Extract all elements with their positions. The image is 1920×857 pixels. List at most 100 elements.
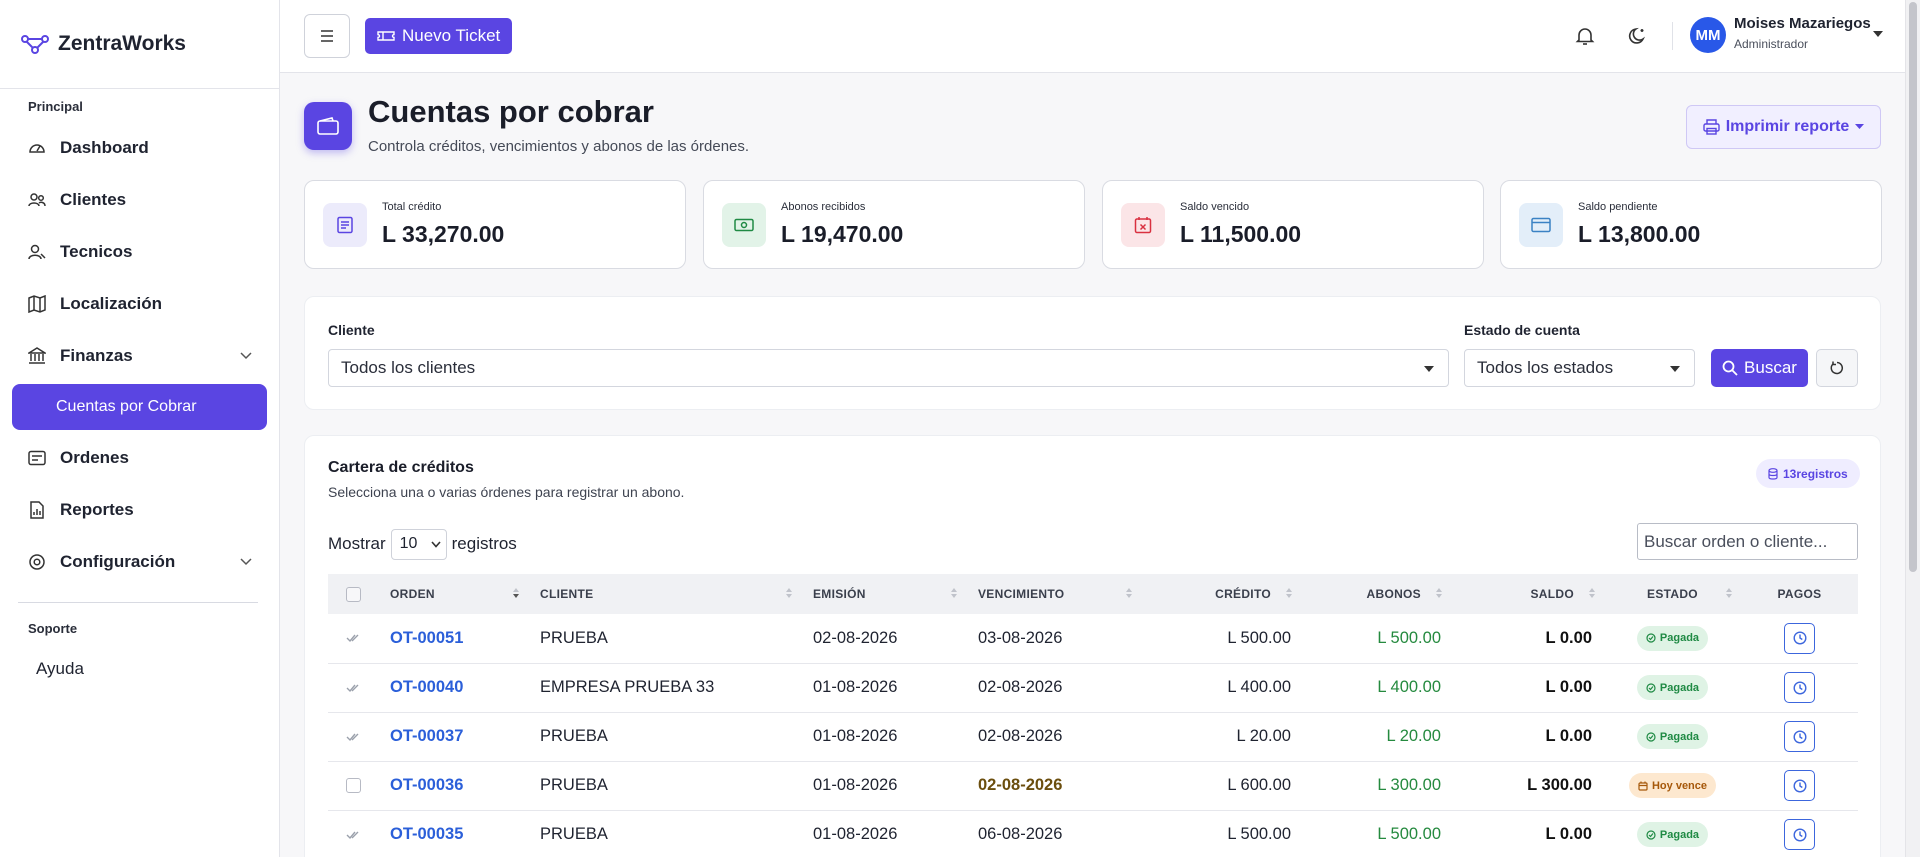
column-vencimiento[interactable]: VENCIMIENTO xyxy=(966,574,1141,614)
row-checkbox[interactable] xyxy=(345,778,361,794)
column-estado[interactable]: ESTADO xyxy=(1604,574,1741,614)
cliente-select[interactable]: Todos los clientes xyxy=(328,349,1449,387)
users-icon xyxy=(28,191,46,209)
column-credito[interactable]: CRÉDITO xyxy=(1141,574,1301,614)
sidebar-item-reportes[interactable]: Reportes xyxy=(12,487,267,533)
clock-icon xyxy=(1792,631,1807,645)
sort-icon xyxy=(785,587,793,599)
row-select-cell[interactable] xyxy=(328,761,378,810)
status-badge: Hoy vence xyxy=(1628,773,1717,798)
gauge-icon xyxy=(28,139,46,157)
sidebar-item-cuentas-por-cobrar[interactable]: Cuentas por Cobrar xyxy=(12,384,267,430)
status-badge: Pagada xyxy=(1636,724,1709,749)
order-link[interactable]: OT-00051 xyxy=(390,629,463,647)
page-scrollbar[interactable] xyxy=(1905,0,1920,857)
search-button[interactable]: Buscar xyxy=(1711,349,1808,387)
stat-label: Saldo vencido xyxy=(1180,201,1250,213)
saldo-cell: L 0.00 xyxy=(1545,628,1592,647)
reset-filters-button[interactable] xyxy=(1816,349,1858,387)
sidebar-item-label: Localización xyxy=(60,294,163,313)
orden-cell[interactable]: OT-00037 xyxy=(378,712,528,761)
stat-label: Total crédito xyxy=(382,201,442,213)
new-ticket-button[interactable]: Nuevo Ticket xyxy=(365,18,513,54)
order-link[interactable]: OT-00035 xyxy=(390,825,463,843)
table-row[interactable]: OT-00037 PRUEBA 01-08-2026 02-08-2026 L … xyxy=(328,712,1858,761)
brand[interactable]: ZentraWorks xyxy=(0,0,279,89)
column-abonos[interactable]: ABONOS xyxy=(1301,574,1451,614)
notifications-button[interactable] xyxy=(1571,22,1599,50)
table-row[interactable]: OT-00036 PRUEBA 01-08-2026 02-08-2026 L … xyxy=(328,761,1858,810)
table-title: Cartera de créditos xyxy=(328,459,474,476)
sidebar-item-tecnicos[interactable]: Tecnicos xyxy=(12,229,267,275)
abonos-cell: L 400.00 xyxy=(1377,678,1441,696)
credito-cell: L 500.00 xyxy=(1227,628,1291,647)
column-label: ESTADO xyxy=(1647,587,1698,601)
order-link[interactable]: OT-00036 xyxy=(390,776,463,794)
sidebar-item-finanzas[interactable]: Finanzas xyxy=(12,333,267,379)
cash-icon xyxy=(722,203,766,247)
payment-history-button[interactable] xyxy=(1784,770,1815,801)
orden-cell[interactable]: OT-00035 xyxy=(378,810,528,857)
caret-down-icon[interactable] xyxy=(1873,31,1883,37)
sidebar-item-dashboard[interactable]: Dashboard xyxy=(12,125,267,171)
saldo-cell: L 0.00 xyxy=(1545,727,1592,745)
theme-toggle-button[interactable] xyxy=(1624,22,1652,50)
column-orden[interactable]: ORDEN xyxy=(378,574,528,614)
double-check-icon xyxy=(346,633,360,643)
scrollbar-thumb[interactable] xyxy=(1909,2,1917,572)
clock-icon xyxy=(1792,778,1807,793)
pagos-cell xyxy=(1741,614,1858,663)
wallet-icon xyxy=(304,102,352,150)
select-all-checkbox[interactable] xyxy=(345,586,361,602)
payment-history-button[interactable] xyxy=(1784,819,1815,850)
sidebar-divider xyxy=(18,602,258,603)
emision-cell: 02-08-2026 xyxy=(813,628,898,647)
sidebar-item-localizacion[interactable]: Localización xyxy=(12,281,267,327)
status-badge: Pagada xyxy=(1636,625,1709,651)
calendar-icon xyxy=(1638,781,1648,791)
column-label: CLIENTE xyxy=(540,587,594,601)
sidebar-item-configuracion[interactable]: Configuración xyxy=(12,539,267,585)
order-link[interactable]: OT-00040 xyxy=(390,678,463,696)
status-text: Pagada xyxy=(1659,681,1700,694)
table-row[interactable]: OT-00035 PRUEBA 01-08-2026 06-08-2026 L … xyxy=(328,810,1858,857)
avatar[interactable]: MM xyxy=(1690,17,1726,53)
user-role: Administrador xyxy=(1734,37,1809,51)
search-button-label: Buscar xyxy=(1744,358,1797,377)
sidebar-item-label: Finanzas xyxy=(60,346,133,365)
table-search-input[interactable]: Buscar orden o cliente... xyxy=(1637,523,1858,560)
estado-select-value: Todos los estados xyxy=(1477,358,1614,377)
user-icon xyxy=(28,243,46,261)
print-report-button[interactable]: Imprimir reporte xyxy=(1686,105,1881,149)
user-name[interactable]: Moises Mazariegos xyxy=(1734,15,1871,32)
payment-history-button[interactable] xyxy=(1784,622,1815,654)
sidebar-item-label: Dashboard xyxy=(60,138,149,157)
sidebar-item-clientes[interactable]: Clientes xyxy=(12,177,267,223)
check-circle-icon xyxy=(1646,829,1656,840)
page-length-control: Mostrar 10 registros xyxy=(328,528,517,560)
column-saldo[interactable]: SALDO xyxy=(1451,574,1604,614)
status-text: Hoy vence xyxy=(1651,779,1708,792)
sidebar-item-ayuda[interactable]: Ayuda xyxy=(12,646,267,692)
section-soporte: Soporte xyxy=(28,621,78,636)
orden-cell[interactable]: OT-00036 xyxy=(378,761,528,810)
sidebar-item-ordenes[interactable]: Ordenes xyxy=(12,435,267,481)
estado-select[interactable]: Todos los estados xyxy=(1464,349,1695,387)
table-row[interactable]: OT-00040 EMPRESA PRUEBA 33 01-08-2026 02… xyxy=(328,663,1858,712)
payment-history-button[interactable] xyxy=(1784,672,1815,703)
column-emision[interactable]: EMISIÓN xyxy=(801,574,966,614)
orden-cell[interactable]: OT-00040 xyxy=(378,663,528,712)
column-cliente[interactable]: CLIENTE xyxy=(528,574,801,614)
menu-toggle-button[interactable] xyxy=(304,14,350,58)
order-link[interactable]: OT-00037 xyxy=(390,727,463,745)
vencimiento-cell: 06-08-2026 xyxy=(978,825,1063,843)
page-length-select[interactable]: 10 xyxy=(390,528,447,560)
orden-cell[interactable]: OT-00051 xyxy=(378,614,528,663)
vencimiento-cell: 02-08-2026 xyxy=(978,776,1063,794)
table-row[interactable]: OT-00051 PRUEBA 02-08-2026 03-08-2026 L … xyxy=(328,614,1858,663)
caret-down-icon xyxy=(1424,366,1434,372)
select-all-header[interactable] xyxy=(328,574,378,614)
payment-history-button[interactable] xyxy=(1784,721,1815,752)
moon-icon xyxy=(1628,26,1648,46)
estado-cell: Hoy vence xyxy=(1604,761,1741,810)
